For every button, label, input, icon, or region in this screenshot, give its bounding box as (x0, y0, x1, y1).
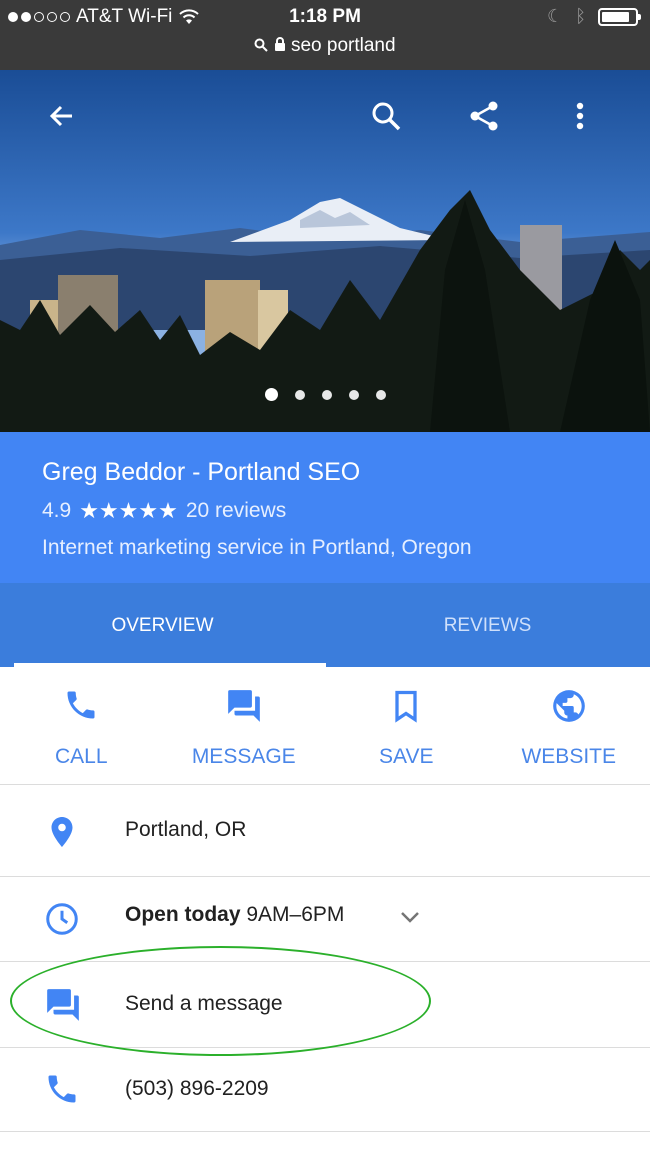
carousel-dot[interactable] (264, 388, 278, 401)
rating-value: 4.9 (42, 499, 72, 522)
call-button[interactable]: CALL (0, 667, 163, 784)
hours-text: Open today 9AM–6PM (125, 903, 344, 927)
send-message-text: Send a message (125, 992, 283, 1015)
website-button[interactable]: WEBSITE (488, 667, 650, 784)
phone-icon (67, 691, 95, 719)
phone-row[interactable]: (503) 896-2209 (0, 1048, 650, 1132)
review-count: 20 reviews (185, 499, 287, 522)
battery-level (602, 11, 630, 22)
hours-row[interactable]: Open today 9AM–6PM (0, 877, 650, 962)
tab-reviews-label: REVIEWS (443, 615, 532, 636)
phone-number: (503) 896-2209 (125, 1077, 269, 1100)
photo-carousel-indicator[interactable] (0, 388, 650, 401)
lock-icon (274, 37, 285, 51)
tab-reviews[interactable]: REVIEWS (325, 583, 650, 667)
business-info-card: Greg Beddor - Portland SEO 4.9 ★★★★★ 20 … (0, 432, 650, 583)
more-vert-icon[interactable] (562, 98, 598, 134)
globe-icon (552, 690, 585, 722)
star-rating-icon: ★★★★★ (79, 498, 178, 523)
search-small-icon (254, 38, 269, 52)
phone-icon (48, 1075, 76, 1103)
save-button[interactable]: SAVE (325, 667, 488, 784)
share-icon[interactable] (466, 98, 502, 134)
tab-overview-label: OVERVIEW (111, 615, 214, 636)
tab-overview[interactable]: OVERVIEW (0, 583, 326, 667)
save-label: SAVE (379, 745, 434, 768)
address-bar[interactable]: seo portland (0, 35, 650, 57)
location-pin-icon (51, 817, 73, 847)
moon-icon: ☾ (547, 6, 564, 26)
carousel-dot[interactable] (294, 389, 305, 400)
call-label: CALL (54, 745, 108, 768)
chevron-down-icon[interactable] (399, 909, 421, 925)
hours-range: 9AM–6PM (246, 903, 345, 926)
back-arrow-icon[interactable] (44, 98, 80, 134)
bookmark-icon (395, 690, 417, 723)
message-icon (227, 690, 260, 722)
rating-row[interactable]: 4.9 ★★★★★ 20 reviews (42, 498, 286, 524)
city-skyline-image (0, 70, 650, 432)
message-label: MESSAGE (191, 745, 296, 768)
status-bar: AT&T Wi-Fi 1:18 PM ☾ ᛒ seo portland (0, 0, 650, 70)
hero-photo[interactable] (0, 70, 650, 432)
message-button[interactable]: MESSAGE (163, 667, 326, 784)
carousel-dot[interactable] (375, 389, 386, 400)
message-icon (47, 989, 79, 1021)
clock-icon (46, 903, 78, 935)
business-category: Internet marketing service in Portland, … (42, 536, 472, 559)
business-name: Greg Beddor - Portland SEO (42, 458, 361, 486)
carousel-dot[interactable] (321, 389, 332, 400)
open-status: Open today (125, 903, 241, 926)
send-message-row[interactable]: Send a message (0, 962, 650, 1048)
search-icon[interactable] (368, 98, 404, 134)
location-text: Portland, OR (125, 818, 247, 841)
bluetooth-icon: ᛒ (575, 6, 586, 26)
action-bar: CALL MESSAGE SAVE WEBSITE (0, 667, 650, 785)
carousel-dot[interactable] (348, 389, 359, 400)
location-row[interactable]: Portland, OR (0, 785, 650, 877)
website-label: WEBSITE (521, 745, 616, 768)
tab-bar: OVERVIEW REVIEWS (0, 583, 650, 667)
status-icons: ☾ ᛒ (547, 6, 641, 27)
battery-icon (598, 7, 641, 26)
url-text: seo portland (290, 35, 396, 56)
